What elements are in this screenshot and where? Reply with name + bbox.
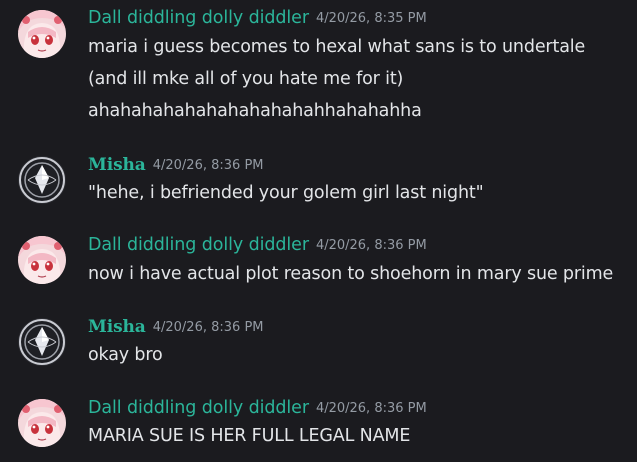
message-timestamp: 4/20/26, 8:36 PM: [315, 238, 427, 253]
anime-girl-avatar-icon: [18, 236, 66, 284]
message-text: okay bro: [88, 345, 163, 365]
message-timestamp: 4/20/26, 8:36 PM: [315, 401, 427, 416]
author-name[interactable]: Dall diddling dolly diddler: [88, 235, 309, 255]
avatar-emblem[interactable]: [18, 156, 66, 204]
chat-log: Dall diddling dolly diddler 4/20/26, 8:35…: [0, 0, 637, 462]
avatar-anime-girl[interactable]: [18, 236, 66, 284]
message-timestamp: 4/20/26, 8:35 PM: [315, 11, 427, 26]
avatar-emblem[interactable]: [18, 318, 66, 366]
message-text: maria i guess becomes to hexal what sans…: [88, 37, 586, 57]
message-text: MARIA SUE IS HER FULL LEGAL NAME: [88, 426, 411, 446]
message-timestamp: 4/20/26, 8:36 PM: [152, 158, 264, 173]
author-name[interactable]: Dall diddling dolly diddler: [88, 398, 309, 418]
anime-girl-avatar-icon: [18, 399, 66, 447]
avatar-anime-girl[interactable]: [18, 399, 66, 447]
message-header: Misha 4/20/26, 8:36 PM: [88, 155, 264, 179]
message-text: "hehe, i befriended your golem girl last…: [88, 183, 484, 203]
message-header: Misha 4/20/26, 8:36 PM: [88, 317, 264, 341]
avatar-anime-girl[interactable]: [18, 10, 66, 58]
message-header: Dall diddling dolly diddler 4/20/26, 8:35…: [88, 8, 427, 32]
message-timestamp: 4/20/26, 8:36 PM: [152, 320, 264, 335]
author-name[interactable]: Dall diddling dolly diddler: [88, 8, 309, 28]
message-text: ahahahahahahahahahahahhahahahha: [88, 101, 422, 121]
author-name[interactable]: Misha: [88, 155, 146, 175]
message-text: (and ill mke all of you hate me for it): [88, 69, 404, 89]
silver-emblem-avatar-icon: [18, 156, 66, 204]
message-text: now i have actual plot reason to shoehor…: [88, 264, 614, 284]
silver-emblem-avatar-icon: [18, 318, 66, 366]
message-header: Dall diddling dolly diddler 4/20/26, 8:36…: [88, 235, 427, 259]
message-header: Dall diddling dolly diddler 4/20/26, 8:36…: [88, 398, 427, 422]
anime-girl-avatar-icon: [18, 10, 66, 58]
author-name[interactable]: Misha: [88, 317, 146, 337]
